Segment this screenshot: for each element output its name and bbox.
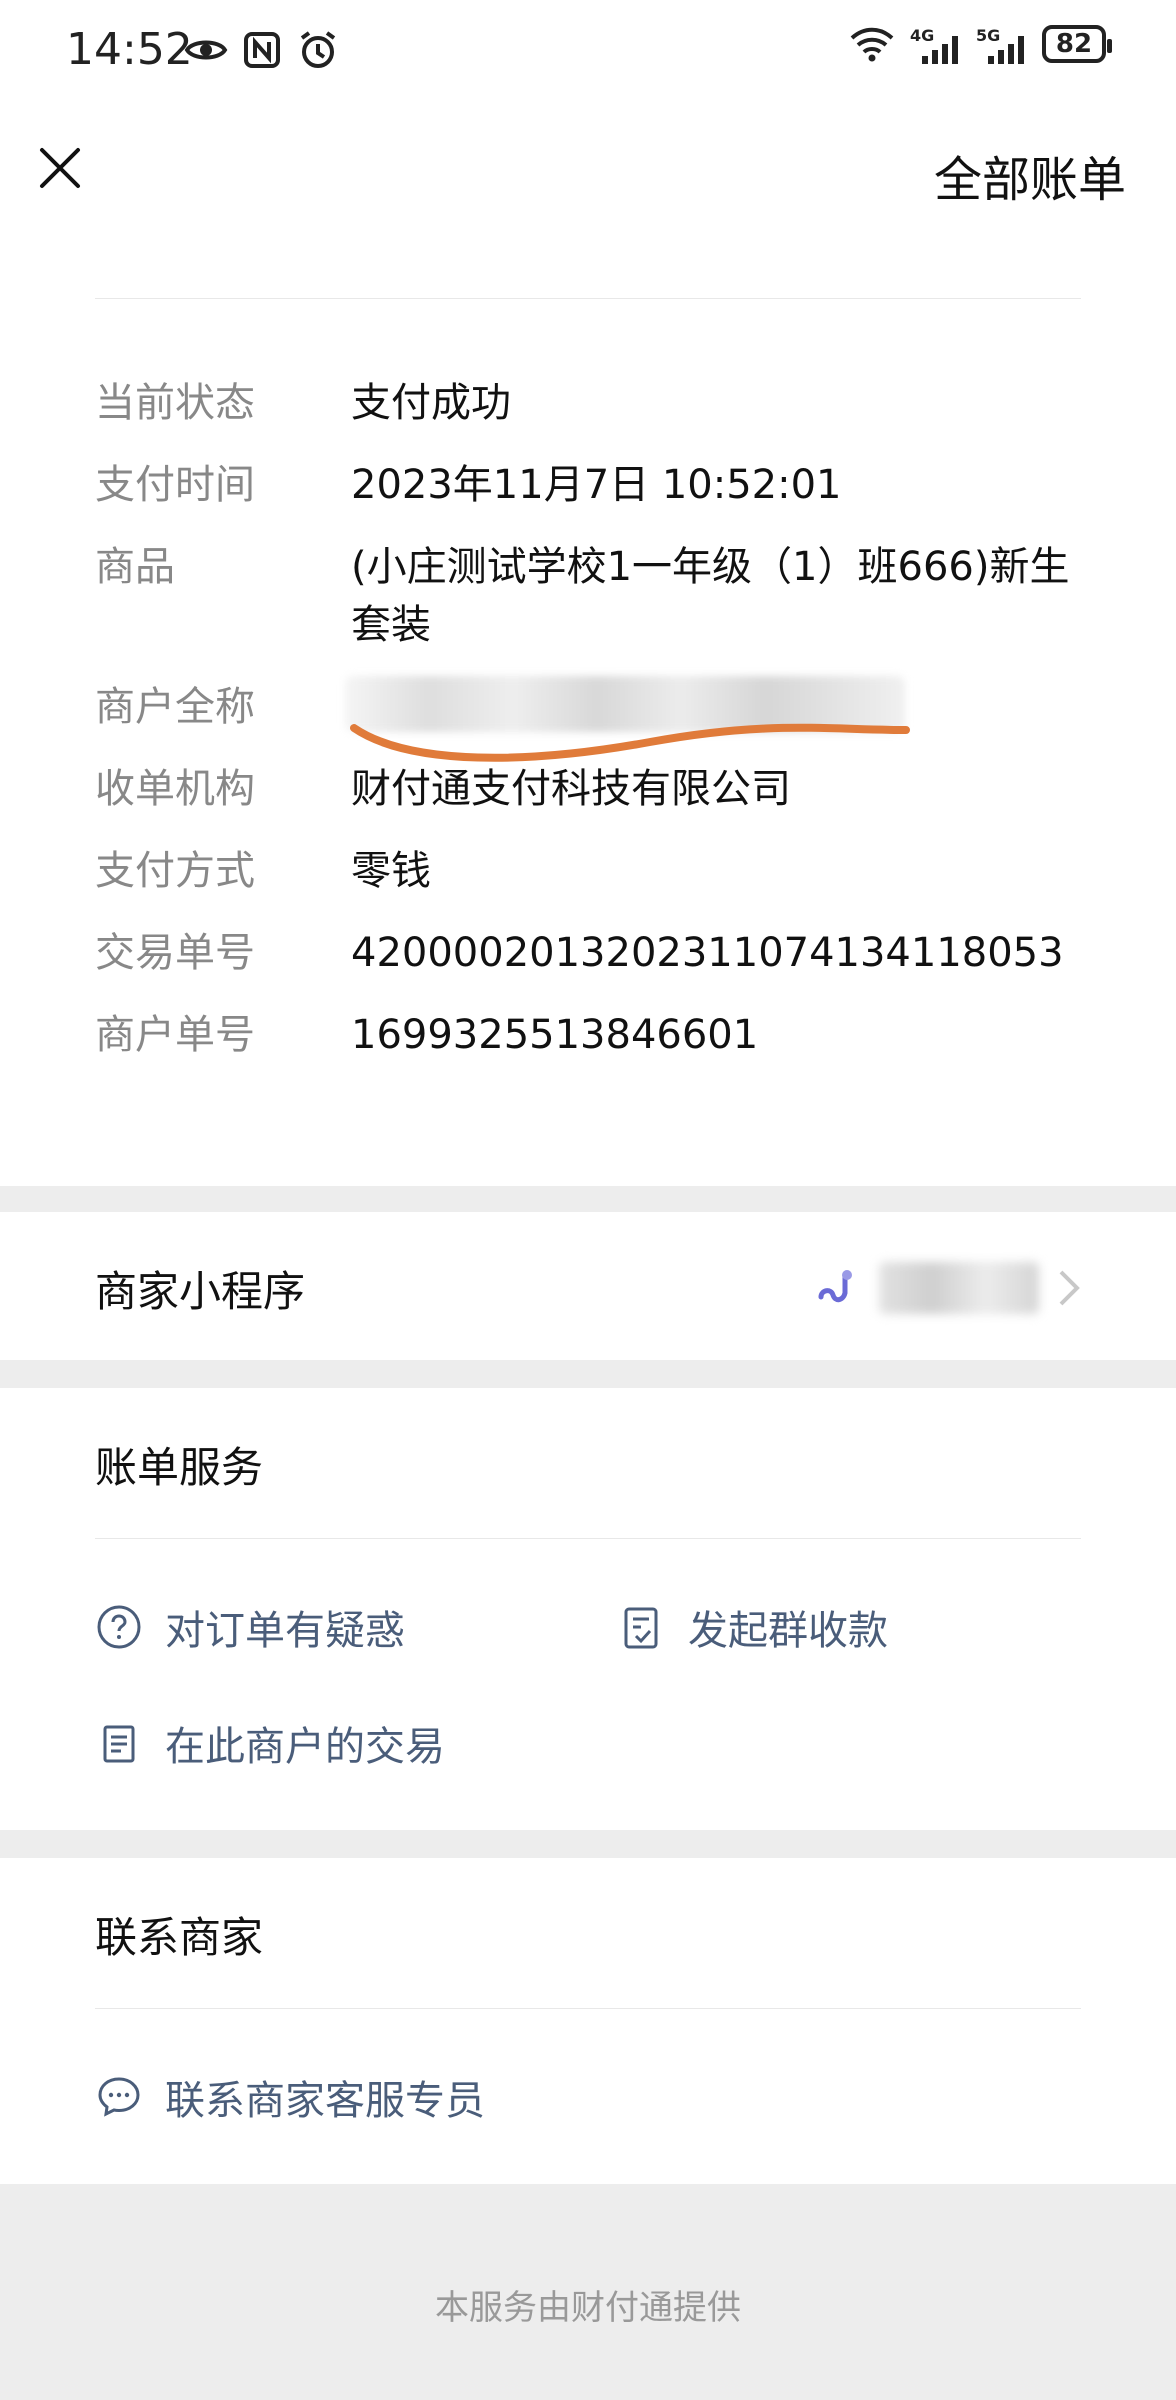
chevron-right-icon bbox=[1059, 1270, 1080, 1306]
redacted-mini-program-name bbox=[879, 1262, 1039, 1314]
detail-row-transaction-no: 交易单号 4200002013202311074134118053 bbox=[95, 924, 1081, 982]
merchant-transactions-label: 在此商户的交易 bbox=[165, 1724, 445, 1770]
detail-value: 1699325513846601 bbox=[351, 1012, 759, 1058]
status-icons-left bbox=[184, 28, 340, 72]
detail-row-acquirer: 收单机构 财付通支付科技有限公司 bbox=[95, 760, 1081, 818]
detail-row-time: 支付时间 2023年11月7日 10:52:01 bbox=[95, 456, 1081, 514]
contact-service-label: 联系商家客服专员 bbox=[165, 2078, 485, 2124]
nav-header: 全部账单 bbox=[0, 100, 1176, 240]
footer-note: 本服务由财付通提供 bbox=[435, 2288, 741, 2328]
order-question-label: 对订单有疑惑 bbox=[165, 1608, 405, 1654]
detail-key: 支付方式 bbox=[95, 848, 255, 894]
detail-value: 零钱 bbox=[351, 848, 431, 894]
wifi-icon bbox=[850, 27, 894, 62]
divider bbox=[95, 1538, 1081, 1539]
redaction-stroke bbox=[350, 723, 910, 762]
contact-section: 联系商家 联系商家客服专员 bbox=[0, 1858, 1176, 2184]
detail-key: 支付时间 bbox=[95, 462, 255, 508]
contact-title: 联系商家 bbox=[95, 1913, 264, 1962]
detail-key: 收单机构 bbox=[95, 766, 255, 812]
mini-program-row[interactable]: 商家小程序 bbox=[0, 1212, 1176, 1360]
divider bbox=[95, 298, 1081, 299]
detail-key: 交易单号 bbox=[95, 930, 255, 976]
detail-row-product: 商品 (小庄测试学校1一年级（1）班666)新生套装 bbox=[95, 538, 1081, 654]
detail-key: 商品 bbox=[95, 544, 175, 590]
alarm-icon bbox=[300, 31, 336, 68]
divider bbox=[95, 2008, 1081, 2009]
contact-service-button[interactable]: 联系商家客服专员 bbox=[95, 2068, 485, 2126]
bill-service-section: 账单服务 对订单有疑惑 发起群收款 在此商户的交易 bbox=[0, 1388, 1176, 1830]
nfc-icon bbox=[244, 32, 280, 68]
battery-icon: 82 bbox=[1042, 25, 1112, 63]
battery-level: 82 bbox=[1055, 29, 1093, 59]
order-question-button[interactable]: 对订单有疑惑 bbox=[95, 1598, 405, 1656]
question-icon bbox=[97, 1605, 141, 1649]
document-icon bbox=[103, 1725, 135, 1763]
detail-row-merchant-no: 商户单号 1699325513846601 bbox=[95, 1006, 1081, 1064]
group-bill-label: 发起群收款 bbox=[688, 1608, 888, 1654]
mini-program-entry[interactable] bbox=[811, 1262, 1081, 1314]
mini-program-title: 商家小程序 bbox=[95, 1267, 306, 1316]
group-bill-button[interactable]: 发起群收款 bbox=[618, 1598, 888, 1656]
status-bar: 14:52 4G 5G 82 bbox=[0, 0, 1176, 100]
close-icon[interactable] bbox=[36, 144, 84, 192]
mini-program-icon bbox=[818, 1270, 852, 1303]
signal-4g-icon: 4G bbox=[910, 24, 962, 64]
detail-value: 2023年11月7日 10:52:01 bbox=[351, 462, 842, 508]
detail-row-status: 当前状态 支付成功 bbox=[95, 374, 1081, 432]
chat-icon bbox=[98, 2077, 140, 2117]
all-bills-link[interactable]: 全部账单 bbox=[934, 140, 1126, 210]
bill-service-title: 账单服务 bbox=[95, 1443, 264, 1492]
detail-key: 商户单号 bbox=[95, 1012, 255, 1058]
merchant-transactions-button[interactable]: 在此商户的交易 bbox=[95, 1714, 445, 1772]
detail-value: 财付通支付科技有限公司 bbox=[351, 766, 791, 812]
detail-value: 4200002013202311074134118053 bbox=[351, 930, 1064, 976]
status-icons-right: 4G 5G 82 bbox=[848, 24, 1112, 64]
group-bill-icon bbox=[624, 1607, 658, 1649]
detail-key: 商户全称 bbox=[95, 684, 255, 730]
bill-details: 当前状态 支付成功 支付时间 2023年11月7日 10:52:01 商品 (小… bbox=[0, 240, 1176, 1186]
eye-icon bbox=[184, 40, 228, 60]
status-time: 14:52 bbox=[66, 24, 193, 75]
detail-value: 支付成功 bbox=[351, 380, 511, 426]
detail-value: (小庄测试学校1一年级（1）班666)新生套装 bbox=[351, 544, 1070, 648]
signal-5g-icon: 5G bbox=[976, 24, 1028, 64]
detail-key: 当前状态 bbox=[95, 380, 255, 426]
detail-row-method: 支付方式 零钱 bbox=[95, 842, 1081, 900]
